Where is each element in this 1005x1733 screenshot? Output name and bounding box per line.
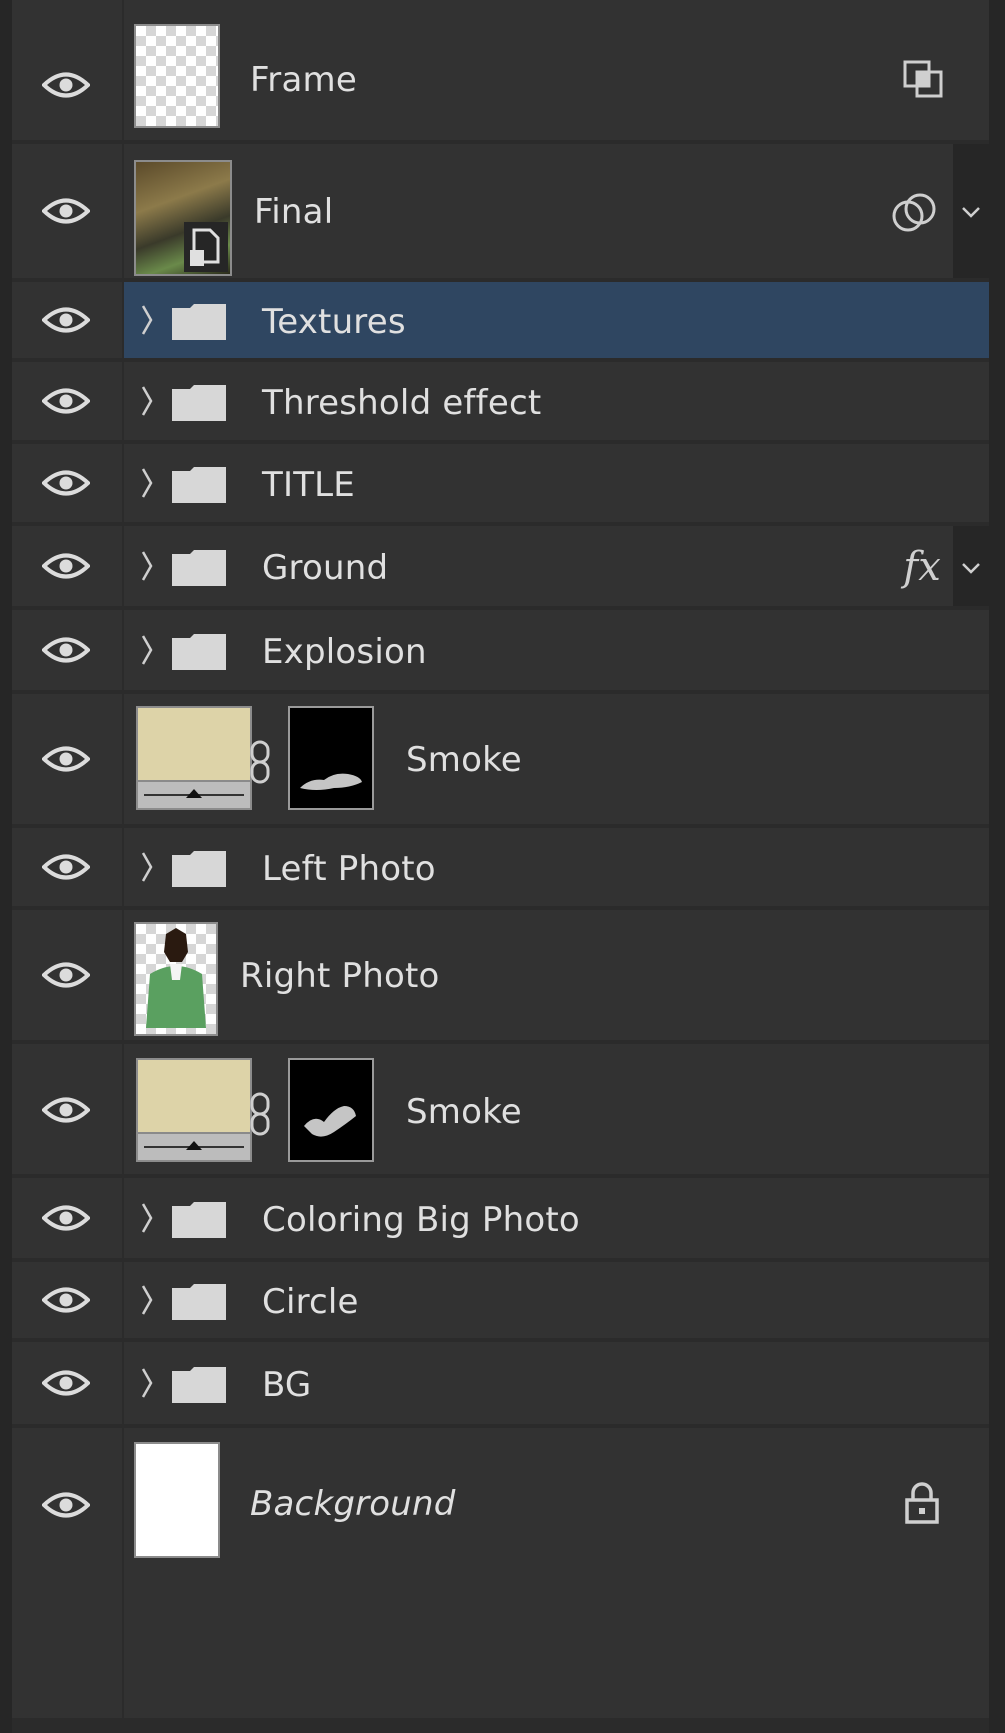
eye-icon[interactable]	[42, 305, 90, 335]
fill-bar	[138, 1132, 250, 1160]
eye-icon[interactable]	[42, 960, 90, 990]
folder-icon	[170, 548, 228, 588]
layer-name[interactable]: Frame	[250, 60, 357, 100]
layer-name[interactable]: Circle	[262, 1282, 359, 1322]
eye-icon[interactable]	[42, 551, 90, 581]
chevron-right-icon[interactable]	[140, 633, 154, 667]
eye-icon[interactable]	[42, 635, 90, 665]
chevron-right-icon[interactable]	[140, 1201, 154, 1235]
layer-row-frame[interactable]: Frame	[12, 0, 989, 140]
eye-icon[interactable]	[42, 386, 90, 416]
layer-row-coloring-big-photo[interactable]: Coloring Big Photo	[12, 1178, 989, 1258]
smart-object-icon	[184, 222, 228, 272]
fx-icon[interactable]: fx	[903, 544, 941, 590]
layer-name[interactable]: Threshold effect	[262, 383, 541, 423]
chevron-right-icon[interactable]	[140, 303, 154, 337]
folder-icon	[170, 465, 228, 505]
layer-name[interactable]: Textures	[262, 302, 406, 342]
chevron-right-icon[interactable]	[140, 850, 154, 884]
layer-name[interactable]: Explosion	[262, 632, 427, 672]
visibility-cell	[12, 0, 122, 140]
chevron-right-icon[interactable]	[140, 384, 154, 418]
layer-mask-thumbnail[interactable]	[288, 706, 374, 810]
layer-row-left-photo[interactable]: Left Photo	[12, 828, 989, 906]
layer-row-smoke-2[interactable]: Smoke	[12, 1044, 989, 1174]
layer-row-smoke-1[interactable]: Smoke	[12, 694, 989, 824]
layer-name[interactable]: Coloring Big Photo	[262, 1200, 580, 1240]
frame-icon	[903, 60, 945, 104]
layer-row-background[interactable]: Background	[12, 1428, 989, 1720]
folder-icon	[170, 632, 228, 672]
linked-layers-icon	[891, 192, 937, 238]
layer-name[interactable]: Smoke	[406, 1092, 522, 1132]
layer-name[interactable]: BG	[262, 1365, 311, 1405]
layer-row-right-photo[interactable]: Right Photo	[12, 910, 989, 1040]
eye-icon[interactable]	[42, 1368, 90, 1398]
eye-icon[interactable]	[42, 744, 90, 774]
eye-icon[interactable]	[42, 196, 90, 226]
eye-icon[interactable]	[42, 1203, 90, 1233]
layer-row-explosion[interactable]: Explosion	[12, 610, 989, 690]
layer-row-final[interactable]: Final	[12, 144, 989, 278]
layer-row-threshold-effect[interactable]: Threshold effect	[12, 362, 989, 440]
layer-row-ground[interactable]: Ground fx	[12, 526, 989, 606]
layer-thumbnail[interactable]	[134, 24, 220, 128]
eye-icon[interactable]	[42, 852, 90, 882]
layer-thumbnail[interactable]	[134, 160, 232, 276]
chevron-right-icon[interactable]	[140, 1283, 154, 1317]
chevron-right-icon[interactable]	[140, 1366, 154, 1400]
layer-row-bg[interactable]: BG	[12, 1342, 989, 1424]
layers-panel: Frame Final Textures Threshold effect TI…	[0, 0, 1005, 1733]
eye-icon[interactable]	[42, 468, 90, 498]
layer-row-title[interactable]: TITLE	[12, 444, 989, 522]
layer-name[interactable]: Ground	[262, 548, 388, 588]
layer-mask-thumbnail[interactable]	[288, 1058, 374, 1162]
chevron-right-icon[interactable]	[140, 466, 154, 500]
layer-thumbnail[interactable]	[134, 922, 218, 1036]
eye-icon[interactable]	[42, 1490, 90, 1520]
folder-icon	[170, 302, 228, 342]
folder-icon	[170, 383, 228, 423]
eye-icon[interactable]	[42, 70, 90, 100]
layer-name[interactable]: Right Photo	[240, 956, 440, 996]
eye-icon[interactable]	[42, 1285, 90, 1315]
folder-icon	[170, 849, 228, 889]
folder-icon	[170, 1365, 228, 1405]
layer-thumbnail[interactable]	[134, 1442, 220, 1558]
chevron-right-icon[interactable]	[140, 549, 154, 583]
layer-effects-dropdown[interactable]	[953, 526, 989, 606]
layer-name[interactable]: Left Photo	[262, 849, 436, 889]
link-icon[interactable]	[246, 1090, 276, 1142]
layer-options-dropdown[interactable]	[953, 144, 989, 278]
layer-name[interactable]: Background	[250, 1484, 456, 1524]
eye-icon[interactable]	[42, 1095, 90, 1125]
adjustment-thumbnail[interactable]	[136, 1058, 252, 1162]
lock-icon[interactable]	[903, 1480, 941, 1528]
link-icon[interactable]	[246, 738, 276, 790]
layer-row-textures[interactable]: Textures	[12, 282, 989, 358]
layer-name[interactable]: Final	[254, 192, 333, 232]
layer-name[interactable]: Smoke	[406, 740, 522, 780]
folder-icon	[170, 1200, 228, 1240]
layer-row-circle[interactable]: Circle	[12, 1262, 989, 1338]
fill-bar	[138, 780, 250, 808]
layer-name[interactable]: TITLE	[262, 465, 355, 505]
folder-icon	[170, 1282, 228, 1322]
adjustment-thumbnail[interactable]	[136, 706, 252, 810]
